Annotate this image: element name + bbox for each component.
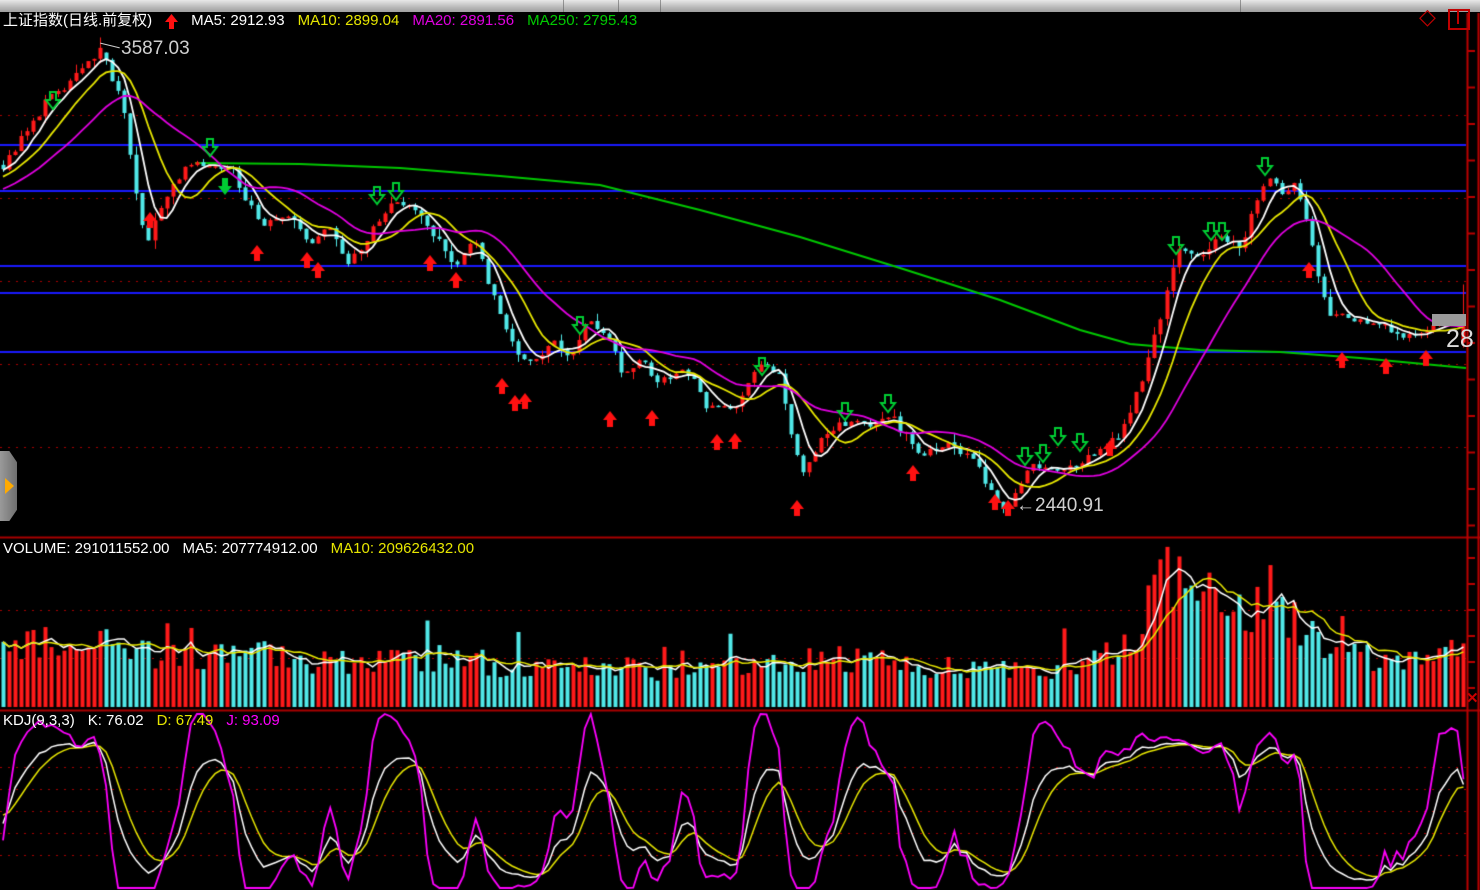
ma5-value: MA5: 2912.93 [191,13,284,29]
kdj-header: KDJ(9,3,3) K: 76.02 D: 67.49 J: 93.09 [3,713,280,729]
last-price-value: 28 [1446,325,1474,354]
close-axis-icon[interactable]: ✕ [1466,689,1479,707]
strip-divider [660,0,661,12]
ma10-value: MA10: 2899.04 [298,13,400,29]
high-annotation: 3587.03 [121,38,190,60]
window-top-strip [0,0,1480,12]
kdj-j-value: J: 93.09 [226,713,279,729]
stock-app-window: 上证指数(日线.前复权) MA5: 2912.93 MA10: 2899.04 … [0,0,1480,890]
strip-divider [1240,0,1241,12]
kdj-k-value: K: 76.02 [88,713,144,729]
strip-divider [563,0,564,12]
split-window-divider [1457,11,1459,24]
main-chart-header: 上证指数(日线.前复权) MA5: 2912.93 MA10: 2899.04 … [3,13,637,29]
expand-arrow-icon [5,478,14,494]
chart-canvas[interactable] [0,0,1480,890]
kdj-d-value: D: 67.49 [157,713,214,729]
ma20-value: MA20: 2891.56 [412,13,514,29]
volume-ma5-value: MA5: 207774912.00 [183,541,318,557]
diamond-icon[interactable]: ◇ [1419,4,1436,30]
kdj-params: KDJ(9,3,3) [3,713,75,729]
instrument-title: 上证指数(日线.前复权) [3,13,152,29]
split-window-icon[interactable] [1448,9,1470,30]
volume-value: VOLUME: 291011552.00 [3,541,170,557]
volume-ma10-value: MA10: 209626432.00 [331,541,474,557]
ma250-value: MA250: 2795.43 [527,13,637,29]
trend-up-arrow-icon [165,14,178,29]
volume-header: VOLUME: 291011552.00 MA5: 207774912.00 M… [3,541,474,557]
sidebar-expand-handle[interactable] [0,451,17,521]
strip-divider [618,0,619,12]
low-annotation: ←2440.91 [1016,495,1104,517]
